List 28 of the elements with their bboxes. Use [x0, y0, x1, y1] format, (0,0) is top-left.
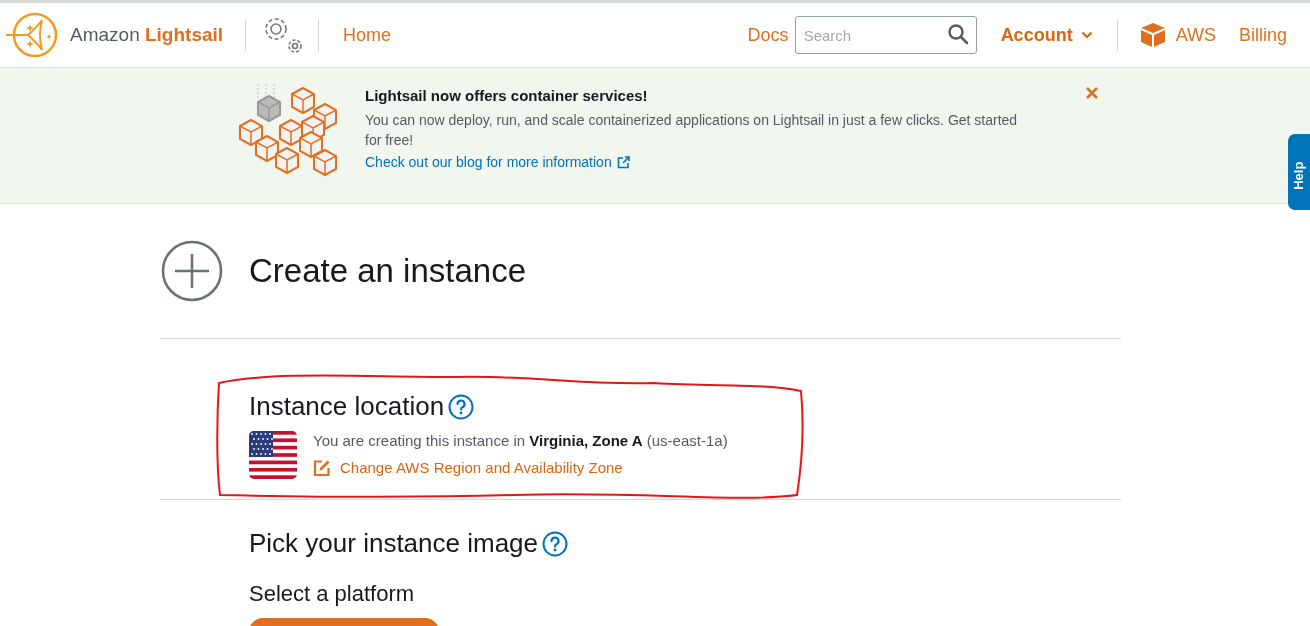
section-heading: Instance location [249, 390, 445, 423]
flag-icon [249, 430, 297, 479]
aws-link[interactable]: AWS [1139, 21, 1216, 49]
account-menu[interactable]: Account [1000, 21, 1093, 49]
search-icon[interactable] [946, 23, 969, 45]
location-text: You are creating this instance in Virginia, Zone A (us-east-1a) [313, 431, 728, 451]
add-circle-icon [161, 240, 223, 302]
close-icon[interactable] [1085, 86, 1099, 100]
help-tab[interactable]: Help [1288, 134, 1310, 210]
billing-link[interactable]: Billing [1238, 21, 1287, 49]
platform-label: Select a platform [249, 580, 416, 608]
help-icon[interactable] [448, 393, 475, 420]
edit-icon [313, 458, 331, 477]
search-field[interactable]: Search [794, 16, 977, 54]
logo-icon[interactable] [4, 12, 58, 58]
box-icon [1139, 22, 1166, 48]
blog-link[interactable]: Check out our blog for more information [365, 151, 630, 173]
external-link-icon [616, 155, 630, 169]
page-title: Create an instance [249, 251, 526, 292]
chevron-down-icon [1080, 31, 1093, 39]
docs-link[interactable]: Docs [747, 21, 789, 49]
section-heading: Pick your instance image [249, 527, 539, 560]
banner-title: Lightsail now offers container services! [365, 86, 649, 106]
home-link[interactable]: Home [343, 21, 392, 49]
banner-text: You can now deploy, run, and scale containerized applications on Lightsail in just a few clicks. Get started for free! [365, 110, 1019, 150]
change-region-link[interactable]: Change AWS Region and Availability Zone [313, 456, 623, 479]
brand-name[interactable]: Amazon Lightsail [70, 20, 224, 50]
help-icon[interactable] [542, 530, 569, 557]
